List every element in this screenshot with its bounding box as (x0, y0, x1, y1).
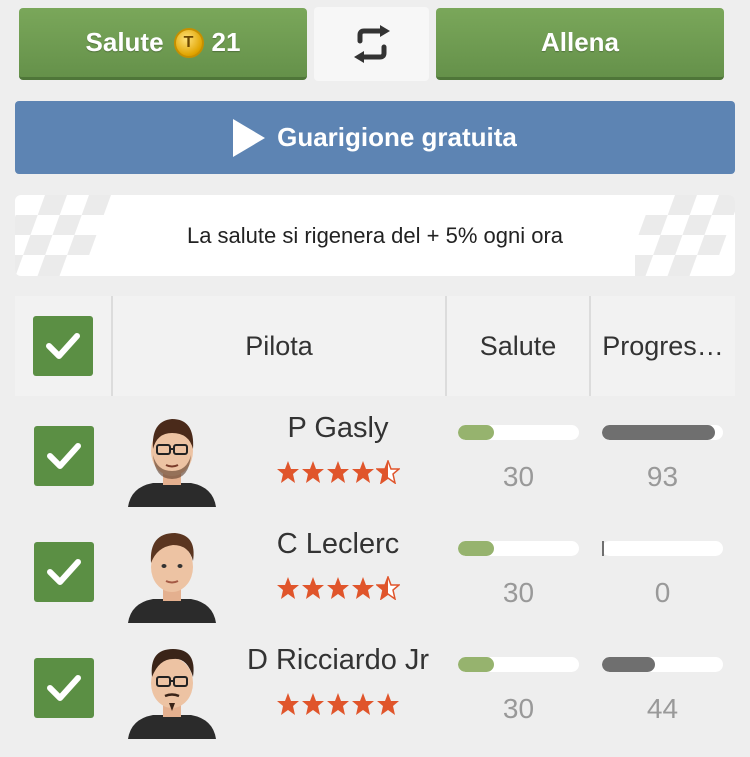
health-bar (458, 657, 579, 672)
checkmark-icon (47, 675, 81, 701)
regen-info-card: La salute si rigenera del + 5% ogni ora (15, 195, 735, 276)
coin-icon: T (173, 27, 204, 58)
table-row[interactable]: P Gasly 30 93 (15, 397, 735, 513)
star-icon (277, 577, 299, 599)
star-icon (327, 577, 349, 599)
checkmark-icon (47, 443, 81, 469)
heal-button[interactable]: Salute T 21 (19, 8, 307, 80)
swap-button[interactable] (314, 7, 429, 81)
column-header-pilota[interactable]: Pilota (113, 296, 447, 396)
play-icon (233, 118, 266, 157)
free-heal-button[interactable]: Guarigione gratuita (15, 101, 735, 174)
progress-value: 0 (654, 577, 671, 608)
star-icon (352, 461, 374, 483)
half-star-icon (376, 576, 400, 600)
star-icon (377, 693, 399, 715)
checkmark-icon (46, 333, 80, 359)
progress-value: 44 (646, 693, 679, 724)
table-row[interactable]: D Ricciardo Jr 30 44 (15, 629, 735, 745)
star-icon (277, 693, 299, 715)
heal-cost: 21 (211, 27, 241, 57)
progress-value: 93 (646, 461, 679, 492)
driver-rating (225, 460, 451, 484)
row-checkbox[interactable] (34, 658, 94, 718)
select-all-checkbox[interactable] (33, 316, 93, 376)
star-icon (302, 577, 324, 599)
checkered-flag-icon (15, 195, 111, 276)
driver-avatar-glasses-beard (128, 419, 216, 507)
driver-rating (225, 692, 451, 716)
health-value: 30 (502, 461, 535, 492)
driver-name: C Leclerc (276, 528, 400, 560)
health-value: 30 (502, 693, 535, 724)
row-checkbox[interactable] (34, 542, 94, 602)
column-header-progress[interactable]: Progres… (591, 296, 735, 396)
train-button[interactable]: Allena (436, 8, 724, 80)
driver-avatar-glasses-goatee (128, 649, 216, 739)
table-row[interactable]: C Leclerc 30 0 (15, 513, 735, 629)
star-icon (352, 693, 374, 715)
star-icon (302, 461, 324, 483)
refresh-icon (353, 25, 390, 63)
star-icon (327, 693, 349, 715)
progress-bar (602, 425, 723, 440)
checkmark-icon (47, 559, 81, 585)
progress-bar (602, 541, 723, 556)
driver-name: D Ricciardo Jr (246, 644, 430, 676)
driver-name: P Gasly (287, 412, 389, 444)
star-icon (352, 577, 374, 599)
driver-rating (225, 576, 451, 600)
free-heal-label: Guarigione gratuita (277, 122, 517, 152)
drivers-table-header: Pilota Salute Progres… (15, 296, 735, 396)
select-all-cell (15, 296, 113, 396)
progress-bar (602, 657, 723, 672)
star-icon (277, 461, 299, 483)
checkered-flag-icon (635, 195, 735, 276)
star-icon (327, 461, 349, 483)
row-checkbox[interactable] (34, 426, 94, 486)
progress-zero-marker (602, 541, 604, 556)
top-actions: Salute T 21 Allena (19, 7, 724, 81)
half-star-icon (376, 460, 400, 484)
health-value: 30 (502, 577, 535, 608)
heal-button-label: Salute (85, 27, 164, 57)
column-header-salute[interactable]: Salute (447, 296, 591, 396)
star-icon (302, 693, 324, 715)
train-button-label: Allena (540, 27, 620, 57)
drivers-table-body: P Gasly 30 93 C Leclerc 30 0 D Ricciardo… (15, 397, 735, 757)
driver-avatar (128, 533, 216, 623)
health-bar (458, 425, 579, 440)
regen-info-text: La salute si rigenera del + 5% ogni ora (186, 222, 564, 248)
health-bar (458, 541, 579, 556)
